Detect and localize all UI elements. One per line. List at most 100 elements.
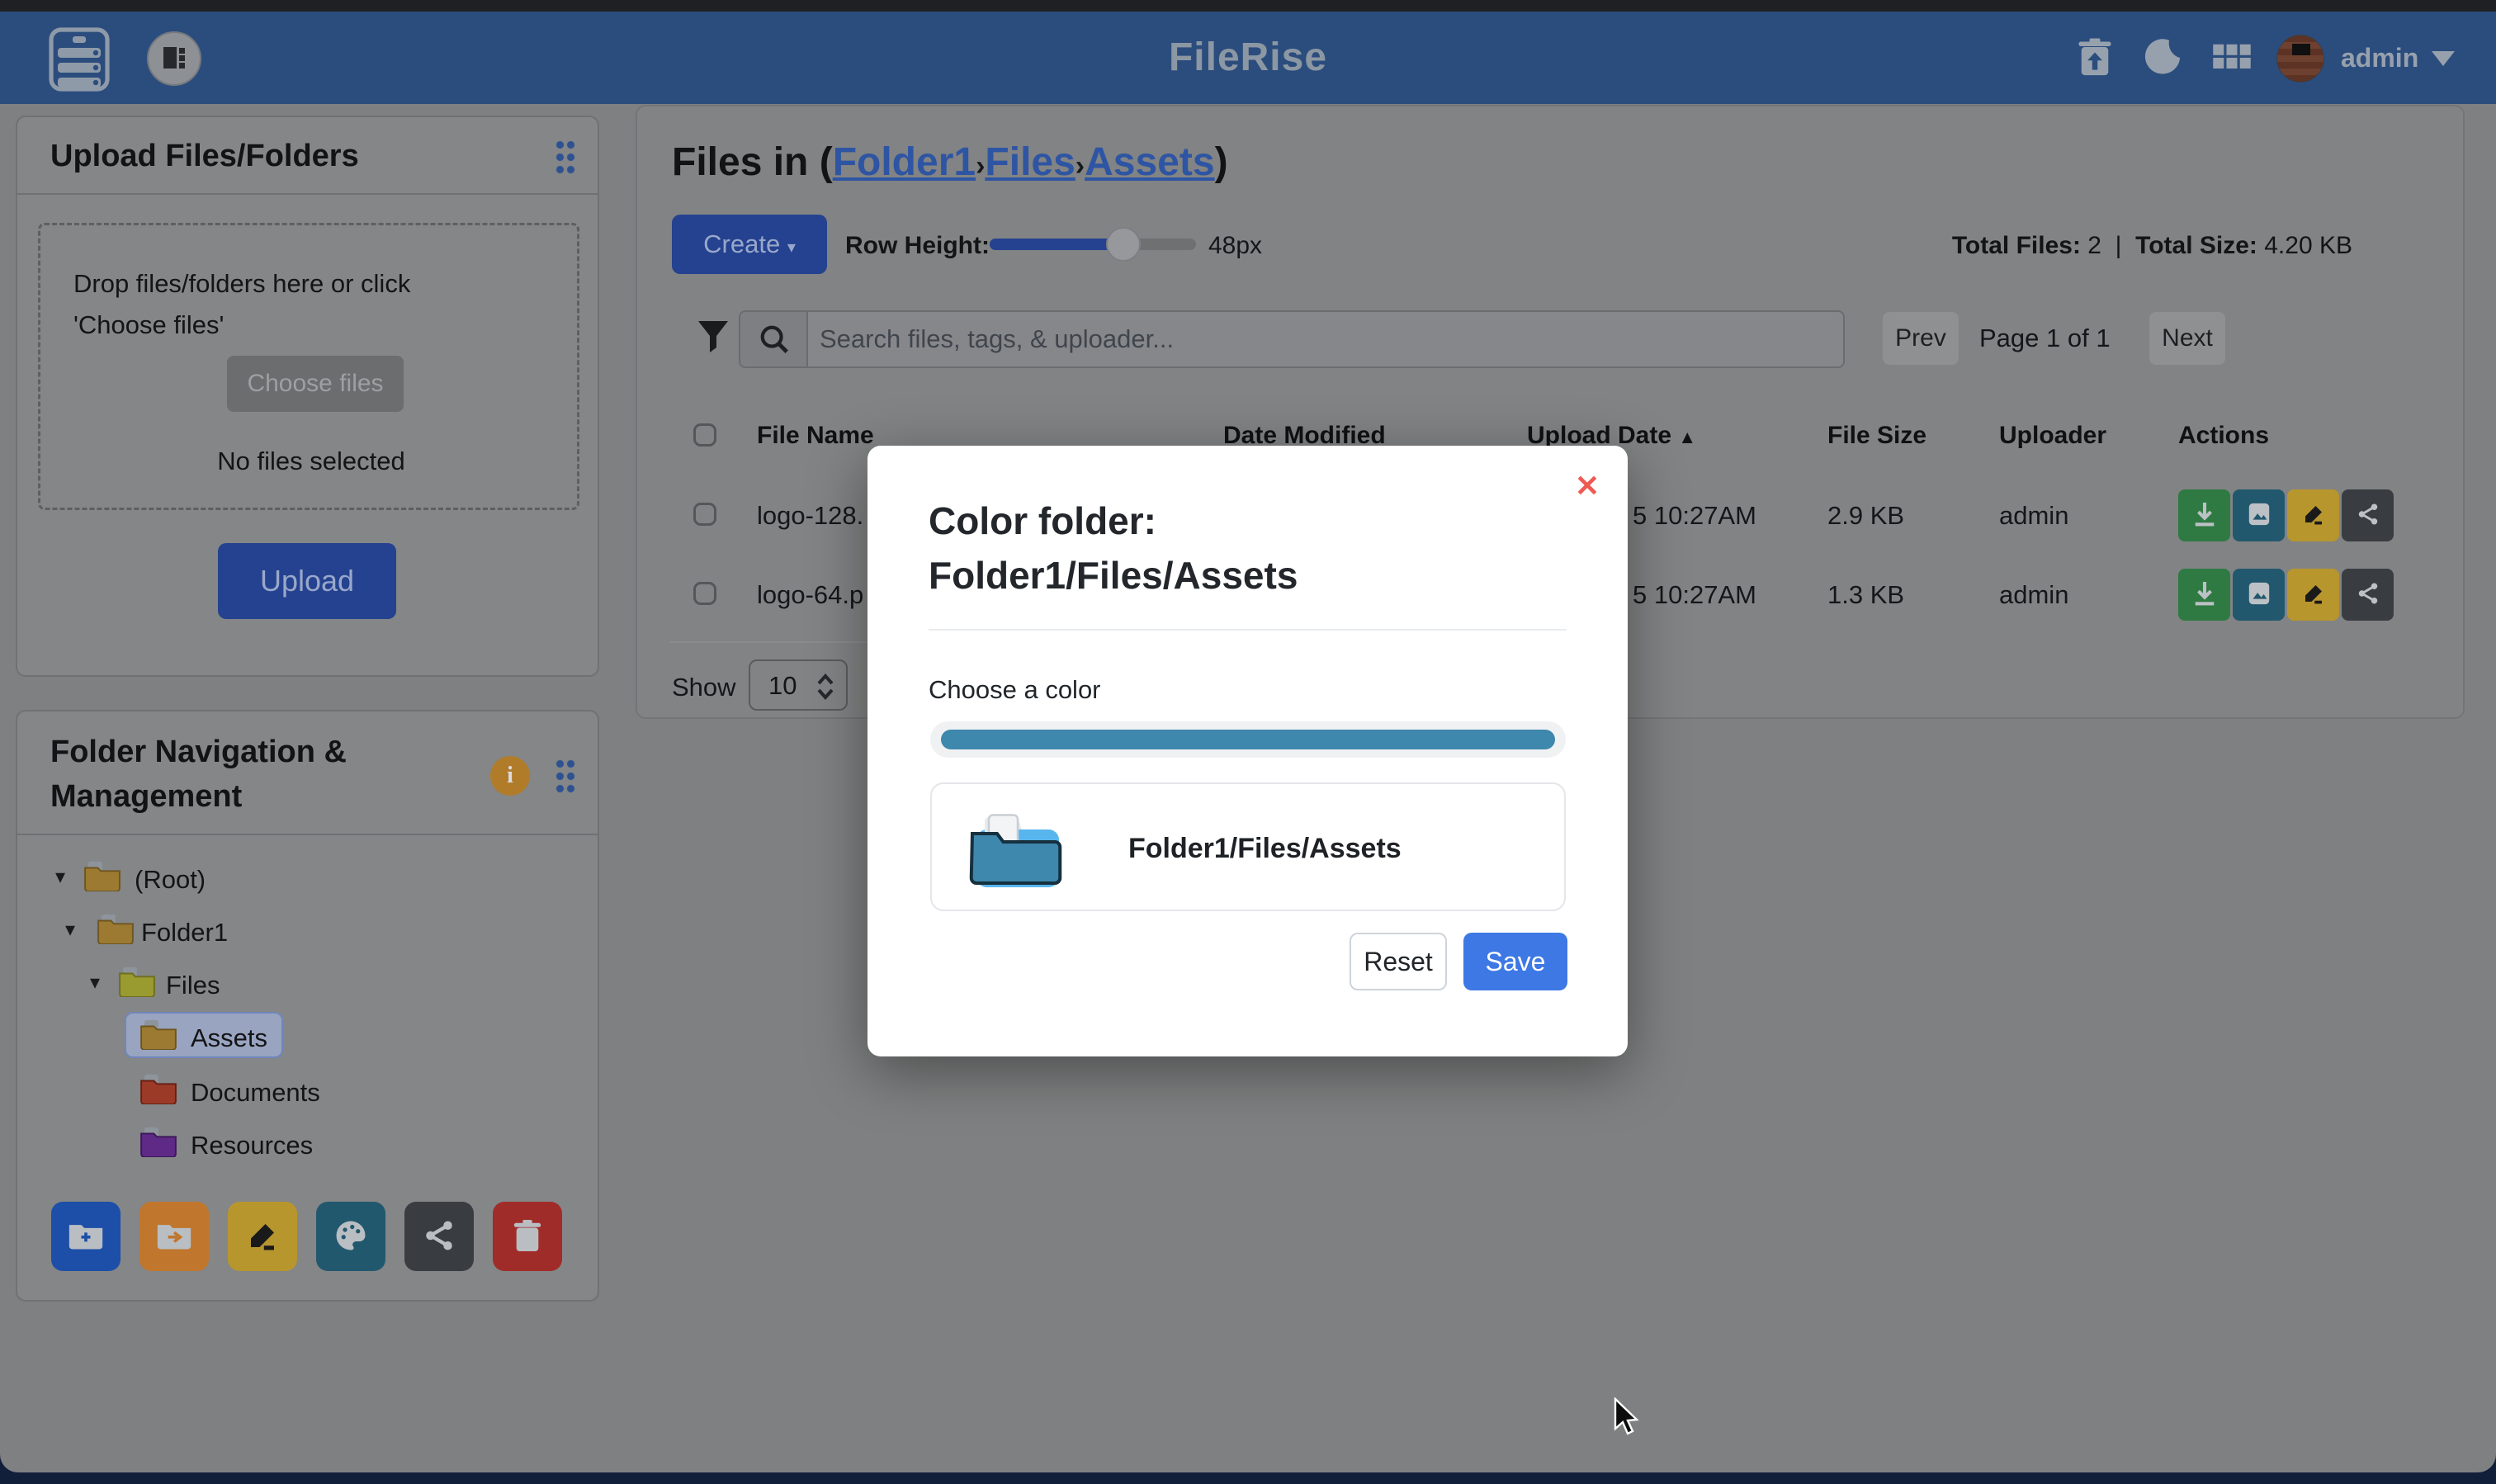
- folder-arrow-icon: [156, 1219, 192, 1252]
- tree-item-root[interactable]: (Root): [135, 865, 206, 895]
- breadcrumb-assets[interactable]: Assets: [1085, 140, 1214, 184]
- tree-item-folder1[interactable]: Folder1: [141, 918, 228, 948]
- share-button[interactable]: [2342, 489, 2394, 541]
- folder-preview-label: Folder1/Files/Assets: [1128, 784, 1402, 913]
- image-icon: [2247, 580, 2271, 607]
- col-actions: Actions: [2178, 422, 2269, 450]
- folder-icon: [118, 966, 156, 997]
- close-icon[interactable]: ✕: [1575, 469, 1600, 503]
- share-icon: [2356, 581, 2380, 606]
- folder-icon: [139, 1126, 177, 1157]
- row-checkbox[interactable]: [693, 503, 716, 526]
- col-file-size[interactable]: File Size: [1827, 422, 1926, 450]
- items-per-page-select[interactable]: 10: [749, 659, 848, 711]
- color-folder-button[interactable]: [316, 1202, 385, 1271]
- folder-plus-icon: [68, 1219, 104, 1252]
- col-uploader[interactable]: Uploader: [1999, 422, 2106, 450]
- uploader: admin: [1999, 501, 2068, 531]
- apps-grid-icon[interactable]: [2210, 36, 2253, 79]
- create-button[interactable]: Create ▾: [672, 215, 827, 274]
- col-file-name[interactable]: File Name: [757, 422, 874, 450]
- delete-folder-button[interactable]: [493, 1202, 562, 1271]
- uploader: admin: [1999, 580, 2068, 610]
- download-icon: [2192, 501, 2217, 527]
- download-button[interactable]: [2178, 489, 2230, 541]
- upload-date: 5 10:27AM: [1633, 580, 1756, 610]
- share-button[interactable]: [2342, 569, 2394, 621]
- filter-icon[interactable]: [697, 319, 730, 354]
- page-title: Files in (Folder1›Files›Assets): [672, 139, 1228, 185]
- row-height-label: Row Height:: [845, 232, 990, 260]
- share-folder-button[interactable]: [404, 1202, 474, 1271]
- row-divider: [670, 641, 877, 643]
- page-title-suffix: ): [1215, 140, 1228, 184]
- folder-icon: [139, 1073, 177, 1104]
- create-folder-button[interactable]: [51, 1202, 121, 1271]
- dropzone[interactable]: Drop files/folders here or click 'Choose…: [38, 223, 579, 510]
- reset-button[interactable]: Reset: [1350, 933, 1447, 990]
- image-icon: [2247, 501, 2271, 527]
- row-height-slider-thumb[interactable]: [1106, 227, 1141, 262]
- breadcrumb-folder1[interactable]: Folder1: [833, 140, 976, 184]
- rename-button[interactable]: [2287, 489, 2339, 541]
- tree-item-assets-label[interactable]: Assets: [191, 1023, 267, 1053]
- page-title-prefix: Files in (: [672, 140, 833, 184]
- folder-panel: Folder Navigation & Management i ▾ (Root…: [16, 710, 599, 1302]
- file-size: 1.3 KB: [1827, 580, 1904, 610]
- color-folder-modal: ✕ Color folder: Folder1/Files/Assets Cho…: [867, 446, 1628, 1056]
- trash-restore-icon[interactable]: [2073, 36, 2116, 79]
- move-folder-button[interactable]: [139, 1202, 209, 1271]
- drag-handle-icon[interactable]: [555, 139, 576, 175]
- totals: Total Files: 2 | Total Size: 4.20 KB: [1952, 232, 2352, 260]
- upload-date: 5 10:27AM: [1633, 501, 1756, 531]
- choose-color-label: Choose a color: [929, 675, 1101, 705]
- upload-panel-header: Upload Files/Folders: [17, 117, 598, 195]
- download-button[interactable]: [2178, 569, 2230, 621]
- share-icon: [2356, 502, 2380, 527]
- create-caret-icon: ▾: [787, 239, 796, 257]
- file-name[interactable]: logo-64.p: [757, 580, 863, 610]
- upload-panel-title: Upload Files/Folders: [50, 139, 359, 174]
- topbar: FileRise admin: [0, 12, 2496, 104]
- drag-handle-icon[interactable]: [555, 758, 576, 794]
- color-slider-bar[interactable]: [941, 730, 1555, 749]
- row-checkbox[interactable]: [693, 582, 716, 605]
- share-icon: [422, 1218, 456, 1253]
- tree-item-resources[interactable]: Resources: [191, 1131, 313, 1160]
- download-icon: [2192, 580, 2217, 607]
- rename-button[interactable]: [2287, 569, 2339, 621]
- choose-files-button[interactable]: Choose files: [227, 356, 404, 412]
- pencil-icon: [245, 1218, 280, 1253]
- next-page-button[interactable]: Next: [2149, 312, 2225, 365]
- file-name[interactable]: logo-128.: [757, 501, 863, 531]
- caret-icon[interactable]: ▾: [90, 971, 100, 995]
- select-all-checkbox[interactable]: [693, 423, 716, 447]
- dark-mode-moon-icon[interactable]: [2141, 36, 2184, 79]
- preview-button[interactable]: [2233, 489, 2285, 541]
- search-icon-segment: [740, 312, 808, 366]
- prev-page-button[interactable]: Prev: [1883, 312, 1959, 365]
- caret-icon[interactable]: ▾: [65, 918, 75, 942]
- row-height-value: 48px: [1208, 232, 1262, 260]
- search-input[interactable]: [820, 314, 1835, 365]
- rename-folder-button[interactable]: [228, 1202, 297, 1271]
- upload-panel: Upload Files/Folders Drop files/folders …: [16, 116, 599, 677]
- save-button[interactable]: Save: [1463, 933, 1567, 990]
- palette-icon: [333, 1218, 368, 1253]
- username[interactable]: admin: [2341, 12, 2418, 104]
- sort-arrow-icon: ▲: [1678, 427, 1696, 447]
- color-slider[interactable]: [930, 721, 1566, 758]
- select-chevrons-icon: [815, 672, 836, 702]
- preview-button[interactable]: [2233, 569, 2285, 621]
- user-menu-caret-icon[interactable]: [2432, 51, 2455, 66]
- caret-icon[interactable]: ▾: [55, 865, 65, 889]
- colored-folder-icon: [968, 809, 1075, 891]
- tree-item-documents[interactable]: Documents: [191, 1078, 320, 1108]
- show-label: Show: [672, 673, 736, 702]
- info-icon[interactable]: i: [490, 756, 530, 796]
- row-height-slider-fill: [990, 239, 1124, 250]
- avatar[interactable]: [2276, 35, 2324, 83]
- upload-button[interactable]: Upload: [218, 543, 396, 619]
- tree-item-files[interactable]: Files: [166, 971, 220, 1000]
- breadcrumb-files[interactable]: Files: [985, 140, 1075, 184]
